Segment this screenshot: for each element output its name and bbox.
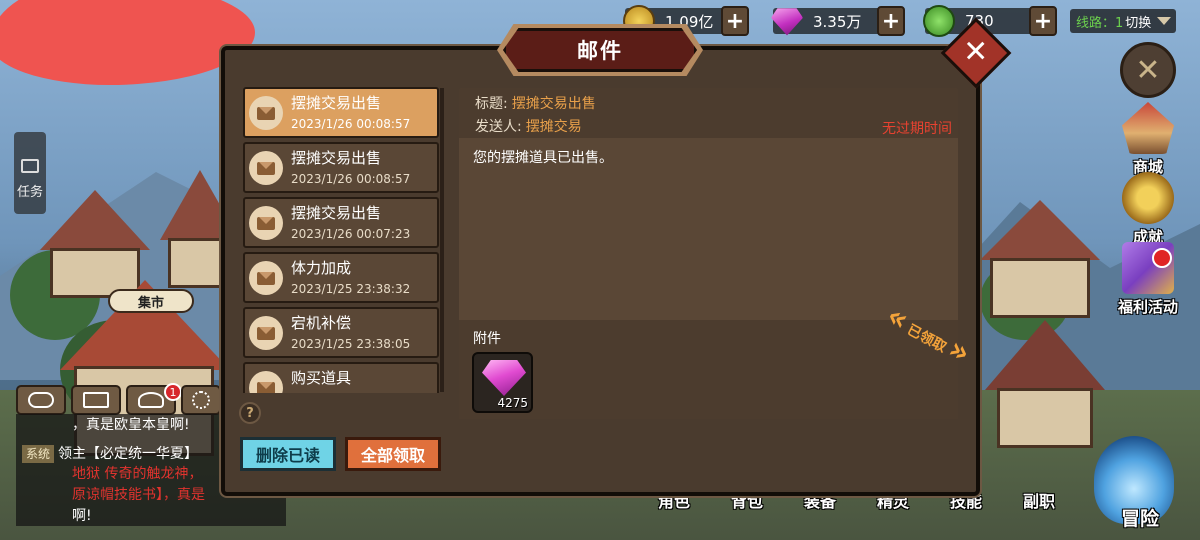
- mail-item-date: 2023/1/26 00:08:57: [291, 172, 411, 186]
- mail-subject: 摆摊交易出售: [511, 96, 596, 112]
- mail-item-title: 宕机补偿: [291, 314, 352, 332]
- achievement-button[interactable]: 成就: [1112, 172, 1184, 247]
- switch-line-label: 切换: [1125, 15, 1152, 31]
- mail-detail-header: 标题: 摆摊交易出售 发送人: 摆摊交易 无过期时间: [459, 88, 958, 138]
- mail-sender-row: 发送人: 摆摊交易: [475, 116, 582, 136]
- dialog-title: 邮件: [503, 28, 697, 72]
- chat-message-text: 原谅帽技能书】，真是: [72, 487, 205, 503]
- server-line-label: 线路：1: [1076, 15, 1124, 31]
- subject-label: 标题:: [475, 96, 508, 112]
- task-button[interactable]: 任务: [14, 132, 46, 214]
- system-tag: 系统: [22, 445, 55, 463]
- mail-detail-panel: 标题: 摆摊交易出售 发送人: 摆摊交易 无过期时间 您的摆摊道具已出售。 附件 4…: [459, 88, 958, 419]
- welfare-events-button[interactable]: 福利活动: [1112, 242, 1184, 317]
- mail-item-title: 摆摊交易出售: [291, 94, 382, 112]
- help-icon[interactable]: ?: [239, 402, 261, 424]
- chat-message-line: 啊!: [72, 508, 92, 524]
- mail-item-title: 摆摊交易出售: [291, 149, 382, 167]
- task-label: 任务: [16, 185, 43, 200]
- mail-list-scrollbar[interactable]: [440, 88, 444, 392]
- map-compass-button[interactable]: ✕: [1120, 42, 1176, 98]
- envelope-icon: [83, 392, 109, 408]
- attachment-item-slot[interactable]: 4275: [472, 352, 533, 413]
- envelope-icon: [249, 206, 283, 240]
- mail-item-title: 摆摊交易出售: [291, 204, 382, 222]
- mail-item[interactable]: 摆摊交易出售 2023/1/26 00:08:57: [243, 142, 439, 193]
- trophy-icon: [1122, 172, 1174, 224]
- nav-label: 副职: [1022, 492, 1055, 511]
- shop-button[interactable]: 商城: [1112, 102, 1184, 177]
- envelope-icon: [249, 371, 283, 393]
- chat-message-line: 原谅帽技能书】，真是: [72, 484, 205, 506]
- mail-expiry: 无过期时间: [882, 121, 952, 137]
- envelope-icon: [249, 261, 283, 295]
- gem-counter: 3.35万 +: [771, 6, 905, 36]
- add-gold-button[interactable]: +: [721, 6, 749, 36]
- mail-sender: 摆摊交易: [525, 119, 582, 135]
- gem-icon: [482, 360, 526, 396]
- chat-message-line: 地狱 传奇的触龙神，: [72, 466, 203, 482]
- mail-item[interactable]: 体力加成 2023/1/25 23:38:32: [243, 252, 439, 303]
- mail-subject-row: 标题: 摆摊交易出售: [475, 93, 596, 113]
- gear-icon: [192, 391, 210, 409]
- attachment-label: 附件: [473, 331, 501, 347]
- welfare-label: 福利活动: [1117, 298, 1178, 316]
- chat-bubble-icon: [28, 392, 54, 408]
- chat-message-line: ，真是欧皇本皇啊!: [72, 417, 190, 433]
- shop-tent-icon: [1122, 102, 1174, 154]
- mail-item-date: 2023/1/26 00:07:23: [291, 227, 411, 241]
- stamina-heart-icon: [923, 5, 955, 37]
- mail-list[interactable]: 摆摊交易出售 2023/1/26 00:08:57 摆摊交易出售 2023/1/…: [243, 87, 440, 393]
- mail-item[interactable]: 购买道具: [243, 362, 439, 393]
- mail-item-title: 购买道具: [291, 369, 352, 387]
- mail-item[interactable]: 宕机补偿 2023/1/25 23:38:05: [243, 307, 439, 358]
- chat-message-line: 领主【必定统一华夏】: [58, 446, 199, 462]
- settings-button[interactable]: [181, 385, 221, 415]
- claimed-stamp-text: 已领取: [904, 321, 949, 356]
- market-sign[interactable]: 集市: [108, 289, 194, 313]
- mail-item-date: 2023/1/25 23:38:05: [291, 337, 411, 351]
- close-icon: ✕: [963, 34, 989, 70]
- envelope-icon: [249, 96, 283, 130]
- mail-item-date: 2023/1/25 23:38:32: [291, 282, 411, 296]
- envelope-icon: [249, 151, 283, 185]
- mail-item-title: 体力加成: [291, 259, 352, 277]
- mail-body: 您的摆摊道具已出售。: [473, 150, 613, 166]
- mail-item[interactable]: 摆摊交易出售 2023/1/26 00:08:57: [243, 87, 439, 138]
- add-gems-button[interactable]: +: [877, 6, 905, 36]
- adventure-button[interactable]: 冒险: [1088, 432, 1192, 536]
- mail-item[interactable]: 摆摊交易出售 2023/1/26 00:07:23: [243, 197, 439, 248]
- attachment-count: 4275: [497, 396, 528, 410]
- friends-icon: [138, 392, 164, 408]
- add-stamina-button[interactable]: +: [1029, 6, 1057, 36]
- mail-item-date: 2023/1/26 00:08:57: [291, 117, 411, 131]
- compass-icon: ✕: [1135, 52, 1161, 88]
- envelope-icon: [249, 316, 283, 350]
- dropdown-arrow-icon: [1157, 17, 1172, 25]
- sender-label: 发送人:: [475, 119, 522, 135]
- delete-read-button[interactable]: 删除已读: [240, 437, 336, 471]
- market-sign-label: 集市: [137, 295, 164, 311]
- mail-button[interactable]: [71, 385, 121, 415]
- chat-button[interactable]: [16, 385, 66, 415]
- gem-icon: [771, 8, 803, 36]
- chat-system-message: 系统 领主【必定统一华夏】: [22, 443, 198, 465]
- server-line-selector[interactable]: 线路：1 切换: [1070, 9, 1176, 33]
- nav-subjob[interactable]: 副职: [1004, 466, 1074, 512]
- notification-dot: [1152, 248, 1172, 268]
- gem-amount: 3.35万: [813, 12, 862, 31]
- friends-notification-badge: 1: [164, 383, 182, 401]
- claim-all-button[interactable]: 全部领取: [345, 437, 441, 471]
- adventure-label: 冒险: [1120, 508, 1159, 530]
- task-scroll-icon: [21, 159, 39, 173]
